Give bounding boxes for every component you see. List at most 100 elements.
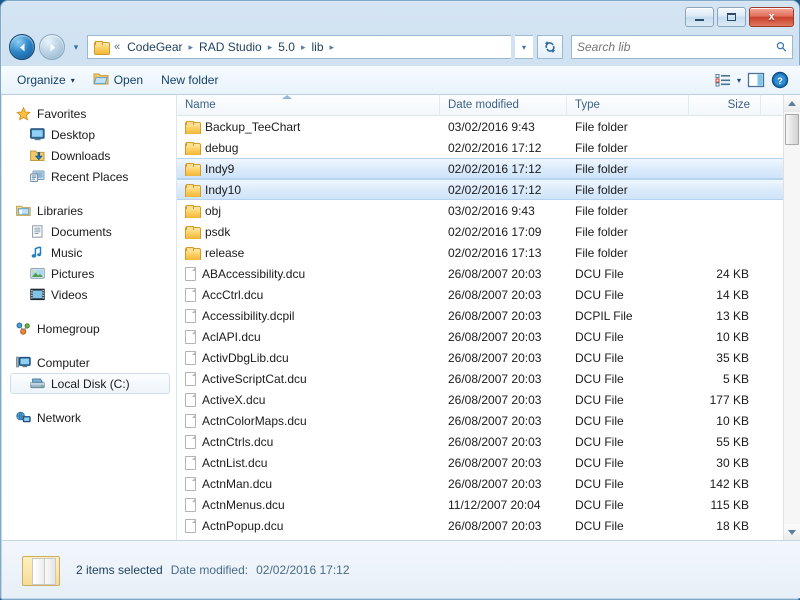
- table-row[interactable]: ActivDbgLib.dcu 26/08/2007 20:03 DCU File 3…: [177, 347, 783, 368]
- file-name-label: psdk: [205, 224, 231, 239]
- column-header-name[interactable]: Name: [177, 95, 440, 115]
- sidebar-item-local-disk-c[interactable]: Local Disk (C:): [10, 373, 170, 394]
- sidebar-item-downloads[interactable]: Downloads: [2, 145, 176, 166]
- sidebar-item-recent-places[interactable]: Recent Places: [2, 166, 176, 187]
- table-row[interactable]: Indy10 02/02/2016 17:12 File folder: [177, 179, 783, 200]
- back-button[interactable]: [9, 34, 35, 60]
- table-row[interactable]: ActiveX.dcu 26/08/2007 20:03 DCU File 177 K…: [177, 389, 783, 410]
- view-dropdown-button[interactable]: ▾: [737, 76, 741, 85]
- sidebar-item-network[interactable]: Network: [2, 407, 176, 428]
- scrollbar-track[interactable]: [784, 112, 800, 524]
- table-row[interactable]: ActnMenus.dcu 11/12/2007 20:04 DCU File 115…: [177, 494, 783, 515]
- table-row[interactable]: ActnCtrls.dcu 26/08/2007 20:03 DCU File 55 …: [177, 431, 783, 452]
- nav-label: Local Disk (C:): [51, 376, 130, 391]
- cell-date-modified: 02/02/2016 17:12: [448, 161, 542, 176]
- table-row[interactable]: ActnList.dcu 26/08/2007 20:03 DCU File 30 K…: [177, 452, 783, 473]
- table-row[interactable]: Indy9 02/02/2016 17:12 File folder: [177, 158, 783, 179]
- breadcrumb-item-lib[interactable]: lib: [307, 38, 327, 56]
- cell-size: 30 KB: [716, 455, 749, 470]
- table-row[interactable]: AccCtrl.dcu 26/08/2007 20:03 DCU File 14 KB: [177, 284, 783, 305]
- navigation-pane[interactable]: Favorites Desktop Downloads Recent Place…: [2, 95, 177, 541]
- view-layout-icon: [715, 74, 730, 87]
- table-row[interactable]: AclAPI.dcu 26/08/2007 20:03 DCU File 10 KB: [177, 326, 783, 347]
- cell-type: DCU File: [575, 497, 624, 512]
- maximize-button[interactable]: [717, 7, 746, 27]
- nav-group-favorites[interactable]: Favorites: [2, 103, 176, 124]
- cell-date-modified: 03/02/2016 9:43: [448, 119, 535, 134]
- sidebar-item-homegroup[interactable]: Homegroup: [2, 318, 176, 339]
- column-header-type[interactable]: Type: [567, 95, 689, 115]
- cell-date-modified: 26/08/2007 20:03: [448, 287, 542, 302]
- sidebar-item-pictures[interactable]: Pictures: [2, 263, 176, 284]
- title-bar: x: [1, 1, 800, 29]
- table-row[interactable]: ActnMan.dcu 26/08/2007 20:03 DCU File 142 K…: [177, 473, 783, 494]
- sidebar-item-documents[interactable]: Documents: [2, 221, 176, 242]
- cell-date-modified: 26/08/2007 20:03: [448, 329, 542, 344]
- cell-date-modified: 26/08/2007 20:03: [448, 518, 542, 533]
- file-icon: [185, 497, 196, 512]
- sidebar-item-music[interactable]: Music: [2, 242, 176, 263]
- breadcrumb-overflow-icon[interactable]: «: [112, 41, 122, 53]
- column-header-date-modified[interactable]: Date modified: [440, 95, 567, 115]
- scrollbar-thumb[interactable]: [785, 114, 799, 145]
- table-row[interactable]: ActnPopup.dcu 26/08/2007 20:03 DCU File 18 …: [177, 515, 783, 536]
- status-bar: 2 items selected Date modified: 02/02/20…: [2, 540, 800, 598]
- table-row[interactable]: debug 02/02/2016 17:12 File folder: [177, 137, 783, 158]
- column-header-size[interactable]: Size: [689, 95, 761, 115]
- table-row[interactable]: release 02/02/2016 17:13 File folder: [177, 242, 783, 263]
- folder-icon: [185, 204, 201, 218]
- help-icon: ?: [771, 71, 789, 89]
- minimize-button[interactable]: [685, 7, 714, 27]
- scroll-up-button[interactable]: [784, 95, 800, 112]
- cell-date-modified: 26/08/2007 20:03: [448, 350, 542, 365]
- cell-type: DCU File: [575, 434, 624, 449]
- address-dropdown-button[interactable]: ▾: [515, 35, 533, 59]
- sidebar-item-computer[interactable]: Computer: [2, 352, 176, 373]
- table-row[interactable]: psdk 02/02/2016 17:09 File folder: [177, 221, 783, 242]
- new-folder-button[interactable]: New folder: [153, 69, 226, 91]
- homegroup-icon: [16, 322, 30, 335]
- cell-size: 10 KB: [716, 413, 749, 428]
- file-rows[interactable]: Backup_TeeChart 03/02/2016 9:43 File folde…: [177, 116, 783, 541]
- table-row[interactable]: ActiveScriptCat.dcu 26/08/2007 20:03 DCU F…: [177, 368, 783, 389]
- organize-button[interactable]: Organize ▾: [9, 69, 83, 91]
- refresh-button[interactable]: [537, 35, 563, 59]
- search-box[interactable]: ⚲: [571, 35, 793, 59]
- sidebar-item-desktop[interactable]: Desktop: [2, 124, 176, 145]
- breadcrumb-item-5-0[interactable]: 5.0: [274, 38, 299, 56]
- vertical-scrollbar[interactable]: [783, 95, 800, 541]
- cell-date-modified: 26/08/2007 20:03: [448, 392, 542, 407]
- downloads-icon: [30, 150, 45, 161]
- cell-date-modified: 11/12/2007 20:04: [448, 497, 541, 512]
- open-button[interactable]: Open: [85, 68, 151, 93]
- table-row[interactable]: ABAccessibility.dcu 26/08/2007 20:03 DCU F…: [177, 263, 783, 284]
- cell-type: DCU File: [575, 455, 624, 470]
- breadcrumb-item-rad-studio[interactable]: RAD Studio: [195, 38, 266, 56]
- breadcrumb[interactable]: « CodeGear ▸ RAD Studio ▸ 5.0 ▸ lib ▸: [87, 35, 511, 59]
- help-button[interactable]: ?: [771, 71, 789, 89]
- history-dropdown-button[interactable]: ▾: [69, 42, 83, 53]
- breadcrumb-item-codegear[interactable]: CodeGear: [123, 38, 186, 56]
- scroll-down-button[interactable]: [784, 524, 800, 541]
- search-input[interactable]: [577, 40, 778, 54]
- status-date-value: 02/02/2016 17:12: [256, 562, 350, 577]
- cell-type: DCU File: [575, 371, 624, 386]
- table-row[interactable]: Backup_TeeChart 03/02/2016 9:43 File folde…: [177, 116, 783, 137]
- chevron-down-icon: ▾: [73, 41, 79, 52]
- preview-pane-button[interactable]: [747, 72, 765, 88]
- view-layout-button[interactable]: [715, 73, 731, 87]
- table-row[interactable]: Accessibility.dcpil 26/08/2007 20:03 DCPIL…: [177, 305, 783, 326]
- nav-label: Recent Places: [51, 169, 129, 184]
- table-row[interactable]: ActnColorMaps.dcu 26/08/2007 20:03 DCU Fil…: [177, 410, 783, 431]
- cell-date-modified: 02/02/2016 17:09: [448, 224, 542, 239]
- cell-name: obj: [177, 204, 440, 218]
- folder-icon: [185, 183, 201, 197]
- table-row[interactable]: obj 03/02/2016 9:43 File folder: [177, 200, 783, 221]
- forward-button[interactable]: [39, 34, 65, 60]
- sidebar-item-videos[interactable]: Videos: [2, 284, 176, 305]
- nav-group-libraries[interactable]: Libraries: [2, 200, 176, 221]
- minimize-icon: [695, 18, 704, 21]
- close-button[interactable]: x: [749, 7, 794, 27]
- cell-date-modified: 02/02/2016 17:13: [448, 245, 542, 260]
